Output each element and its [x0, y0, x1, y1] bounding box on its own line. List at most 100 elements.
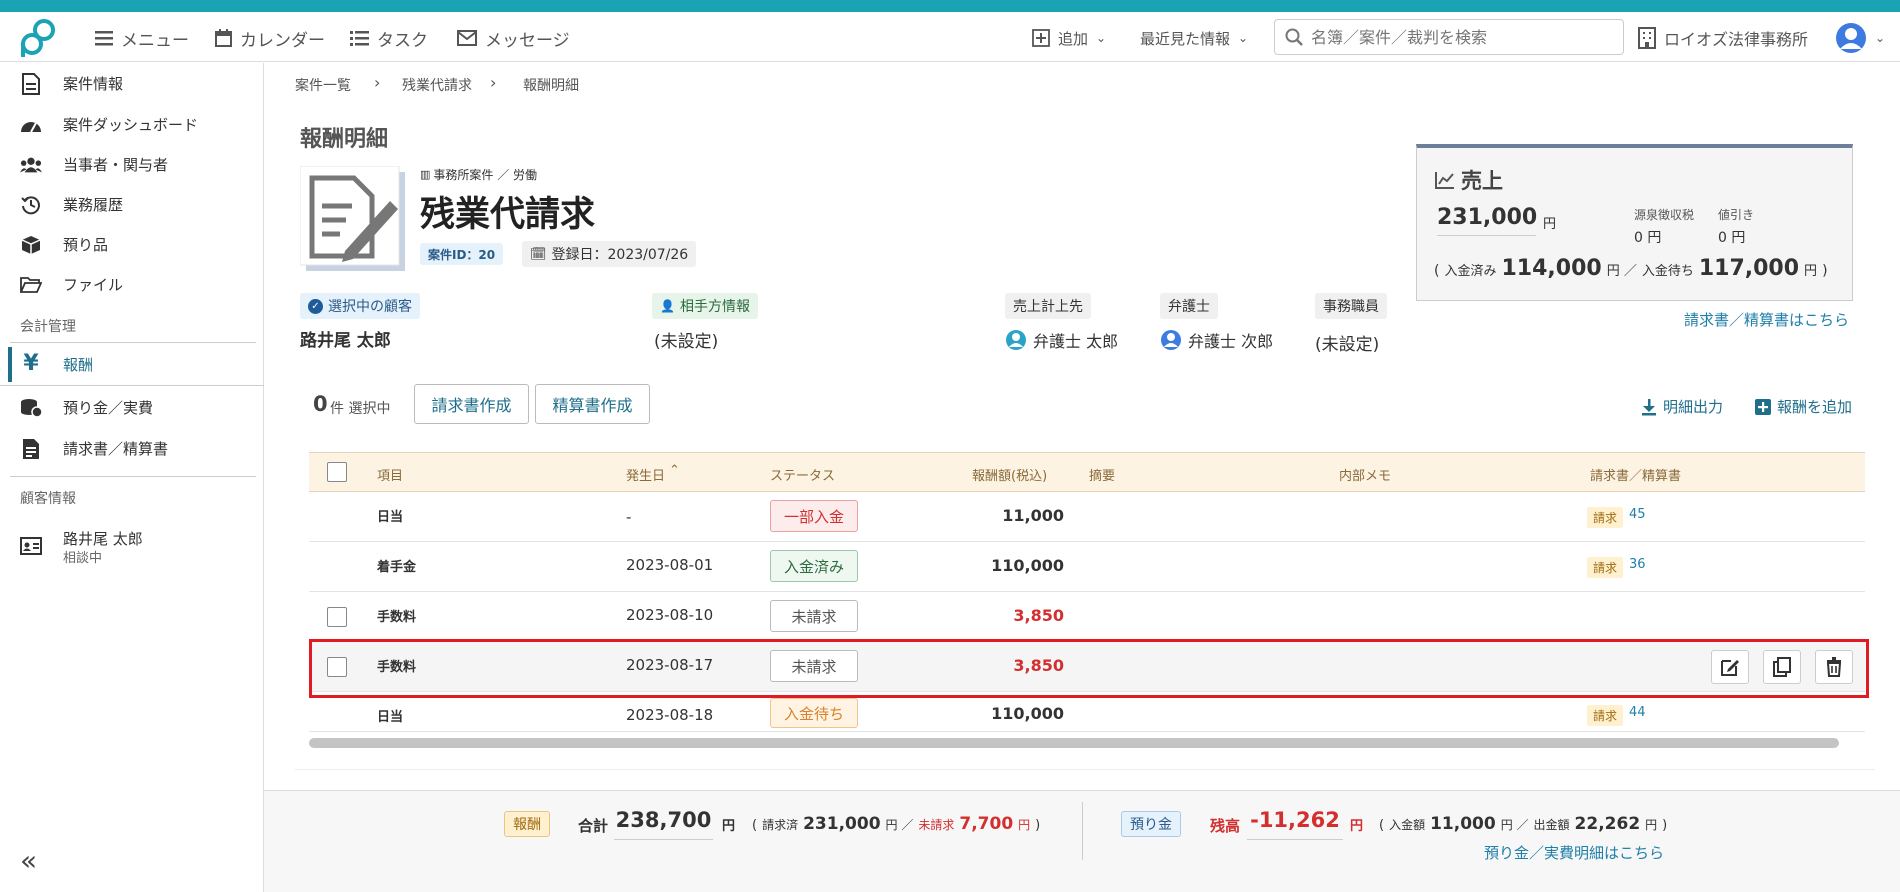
opponent-label: 👤 相手方情報 — [652, 293, 758, 319]
header-memo[interactable]: 内部メモ — [1339, 465, 1391, 484]
header-item[interactable]: 項目 — [377, 465, 403, 484]
collapse-sidebar-icon[interactable]: « — [20, 844, 37, 877]
invoice-link[interactable]: 請求書／精算書はこちら — [1684, 309, 1849, 330]
waiting-value: 117,000 — [1698, 256, 1800, 281]
sidebar-item-case-info[interactable]: 案件情報 — [0, 63, 264, 103]
sales-dest-value[interactable]: 弁護士 太郎 — [1005, 328, 1118, 352]
footer-divider — [1082, 802, 1083, 860]
invoice-number-link[interactable]: 45 — [1629, 507, 1646, 522]
separator: 円 ／ — [1500, 818, 1529, 832]
status-badge: 一部入金 — [770, 500, 858, 532]
lawyer-value[interactable]: 弁護士 次郎 — [1160, 328, 1273, 352]
sales-title: 売上 — [1435, 165, 1503, 195]
invoice-tag: 請求 — [1587, 507, 1624, 528]
nav-task-label: タスク — [377, 30, 428, 51]
folder-icon — [20, 274, 42, 296]
office-selector[interactable]: ロイオズ法律事務所 — [1638, 14, 1808, 62]
table-header: 項目 発生日 ⌃ ステータス 報酬額(税込) 摘要 内部メモ 請求書／精算書 — [309, 452, 1865, 492]
coins-icon — [20, 397, 42, 419]
paid-label: 入金済み — [1444, 264, 1497, 279]
select-all-checkbox[interactable] — [327, 462, 347, 482]
create-settlement-button[interactable]: 精算書作成 — [535, 384, 650, 424]
sidebar-item-fees[interactable]: ¥ 報酬 — [0, 343, 264, 386]
header-amount[interactable]: 報酬額(税込) — [972, 465, 1047, 484]
breadcrumb-item-case[interactable]: 残業代請求 — [402, 75, 472, 95]
sidebar-item-label: 預り金／実費 — [63, 398, 154, 417]
table-row[interactable]: 手数料 2023-08-10 未請求 3,850 — [309, 592, 1865, 642]
sales-amount: 231,000 — [1437, 205, 1537, 236]
table-row[interactable]: 着手金 2023-08-01 入金済み 110,000 請求 36 — [309, 542, 1865, 592]
nav-calendar[interactable]: カレンダー — [215, 14, 325, 62]
lawyer-name: 弁護士 次郎 — [1188, 332, 1274, 351]
sidebar-section-customer: 顧客情報 — [20, 491, 76, 507]
paren: ) — [1662, 818, 1668, 833]
client-name[interactable]: 路井尾 太郎 — [300, 326, 391, 351]
header-date[interactable]: 発生日 — [626, 465, 665, 484]
case-category-text: 事務所案件 ／ 労働 — [433, 168, 538, 182]
billed-value: 231,000 — [803, 814, 881, 834]
sidebar-item-deposit-expenses[interactable]: 預り金／実費 — [0, 387, 264, 427]
sidebar-item-history[interactable]: 業務履歴 — [0, 184, 264, 224]
sidebar-item-label: 報酬 — [63, 355, 94, 374]
download-icon — [1642, 398, 1656, 415]
sidebar-customer[interactable]: 路井尾 太郎 相談中 — [0, 521, 264, 569]
export-button[interactable]: 明細出力 — [1641, 396, 1723, 417]
paren: ( — [1379, 818, 1385, 833]
nav-message[interactable]: メッセージ — [457, 14, 570, 62]
building-icon — [1638, 27, 1656, 49]
create-invoice-button[interactable]: 請求書作成 — [414, 384, 529, 424]
nav-task[interactable]: タスク — [350, 14, 428, 62]
status-badge: 未請求 — [770, 600, 858, 632]
row-amount: 110,000 — [991, 556, 1064, 575]
sales-yen: 円 — [1543, 217, 1557, 232]
waiting-label: 入金待ち — [1641, 264, 1694, 279]
table-row[interactable]: 日当 - 一部入金 11,000 請求 45 — [309, 492, 1865, 542]
header-summary[interactable]: 摘要 — [1089, 465, 1115, 484]
opponent-value: (未設定) — [654, 332, 719, 352]
customer-status: 相談中 — [63, 551, 103, 566]
sort-asc-icon[interactable]: ⌃ — [669, 463, 680, 478]
row-date: - — [626, 508, 632, 526]
case-id-badge: 案件ID：20 — [420, 243, 504, 265]
row-checkbox[interactable] — [327, 607, 347, 627]
row-amount: 110,000 — [991, 704, 1064, 723]
sales-dest-name: 弁護士 太郎 — [1033, 332, 1119, 351]
deposit-breakdown: ( 入金額 11,000 円 ／ 出金額 22,262 円 ) — [1379, 814, 1667, 834]
selected-count: 0 — [313, 392, 328, 416]
app-logo[interactable] — [18, 17, 60, 57]
sidebar-item-label: 案件情報 — [63, 74, 124, 93]
sidebar-item-deposits[interactable]: 預り品 — [0, 224, 264, 264]
chevron-down-icon: ⌄ — [1096, 31, 1107, 45]
sales-dest-label: 売上計上先 — [1005, 293, 1091, 319]
sidebar-item-dashboard[interactable]: 案件ダッシュボード — [0, 104, 264, 144]
sidebar-item-parties[interactable]: 当事者・関与者 — [0, 144, 264, 184]
header-status[interactable]: ステータス — [770, 465, 835, 484]
table-row[interactable]: 日当 2023-08-18 入金待ち 110,000 請求 44 — [309, 692, 1865, 732]
sidebar-item-invoices[interactable]: 請求書／精算書 — [0, 428, 264, 468]
envelope-icon — [457, 30, 477, 46]
plus-square-icon — [1032, 29, 1050, 47]
user-avatar-icon — [1006, 330, 1026, 350]
breadcrumb-item-list[interactable]: 案件一覧 — [295, 75, 351, 95]
user-menu[interactable]: ⌄ — [1835, 14, 1885, 62]
deposit-link[interactable]: 預り金／実費明細はこちら — [1484, 842, 1664, 863]
status-badge: 入金済み — [770, 550, 858, 582]
nav-menu[interactable]: メニュー — [95, 14, 189, 62]
lawyer-label: 弁護士 — [1160, 293, 1218, 319]
search-input[interactable] — [1311, 27, 1601, 47]
sidebar-section-accounting: 会計管理 — [20, 319, 76, 335]
invoice-number-link[interactable]: 44 — [1629, 705, 1646, 720]
horizontal-scrollbar[interactable] — [309, 738, 1839, 748]
add-dropdown[interactable]: 追加 ⌄ — [1032, 14, 1106, 62]
separator: 円 ／ — [1606, 264, 1637, 279]
total-label: 合計 — [578, 817, 609, 835]
add-fee-button[interactable]: 報酬を追加 — [1755, 396, 1852, 417]
active-indicator — [8, 347, 12, 382]
recent-dropdown[interactable]: 最近見た情報 ⌄ — [1140, 14, 1248, 62]
sidebar-item-files[interactable]: ファイル — [0, 264, 264, 304]
global-search[interactable] — [1274, 19, 1624, 55]
separator: 円 ／ — [885, 818, 914, 832]
header-invoice[interactable]: 請求書／精算書 — [1590, 465, 1681, 484]
invoice-number-link[interactable]: 36 — [1629, 557, 1646, 572]
calendar-check-icon: 🗓 — [530, 246, 547, 262]
